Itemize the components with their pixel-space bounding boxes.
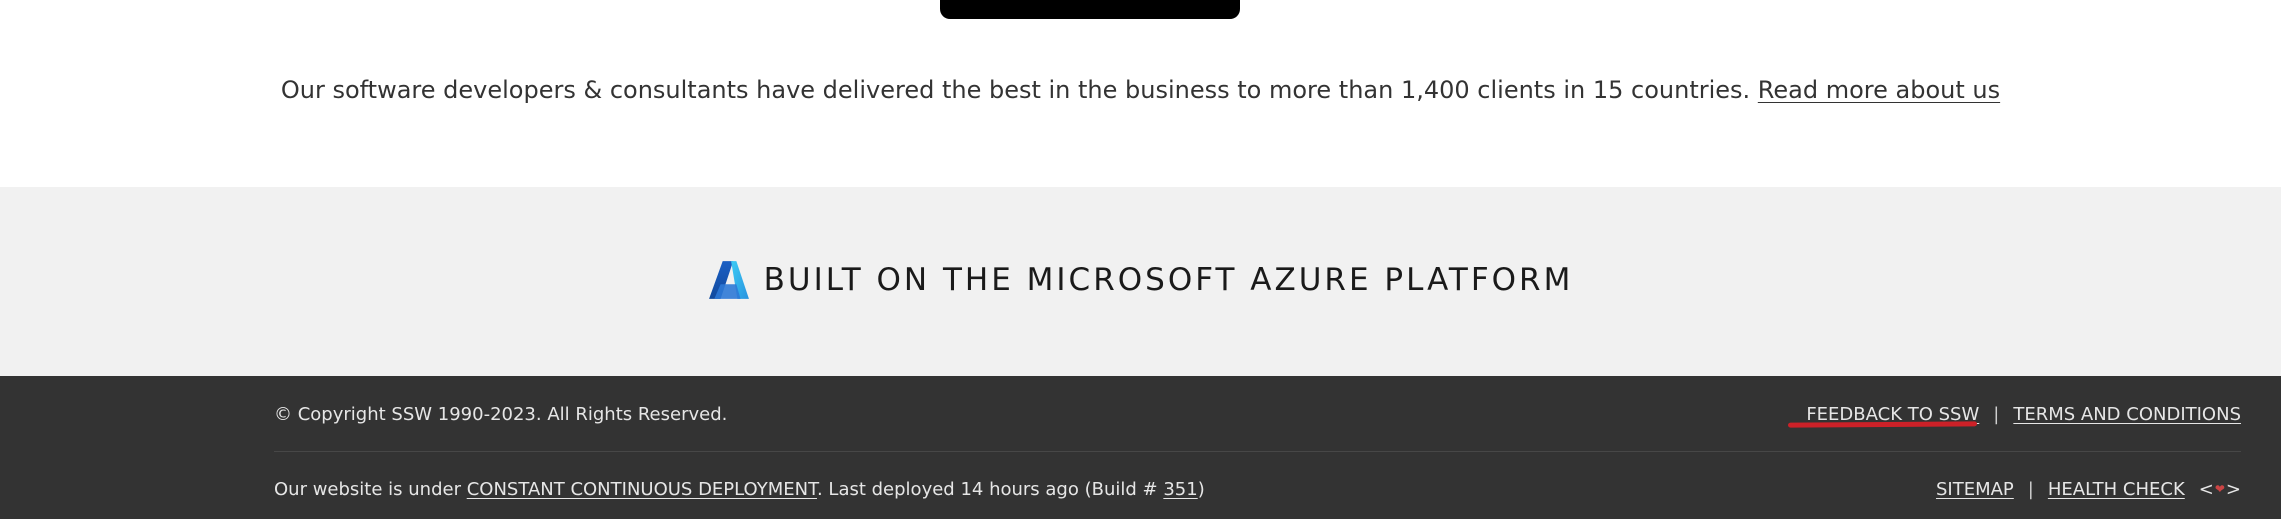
footer-top-row: © Copyright SSW 1990-2023. All Rights Re… xyxy=(274,402,2241,428)
build-number-link[interactable]: 351 xyxy=(1163,479,1197,500)
red-underline-mark xyxy=(1788,420,1978,428)
copyright-text: © Copyright SSW 1990-2023. All Rights Re… xyxy=(274,403,728,425)
footer-links-top: FEEDBACK TO SSW | TERMS AND CONDITIONS xyxy=(1788,403,2241,428)
top-section: Our software developers & consultants ha… xyxy=(0,0,2281,187)
top-cta-button[interactable] xyxy=(940,0,1240,19)
terms-link[interactable]: TERMS AND CONDITIONS xyxy=(2013,404,2241,425)
code-heart-icon[interactable]: < ❤ > xyxy=(2199,479,2241,500)
footer: © Copyright SSW 1990-2023. All Rights Re… xyxy=(0,376,2281,519)
azure-row: BUILT ON THE MICROSOFT AZURE PLATFORM xyxy=(0,259,2281,301)
azure-banner: BUILT ON THE MICROSOFT AZURE PLATFORM xyxy=(0,187,2281,376)
azure-title: BUILT ON THE MICROSOFT AZURE PLATFORM xyxy=(763,262,1574,298)
continuous-deployment-link[interactable]: CONSTANT CONTINUOUS DEPLOYMENT xyxy=(467,479,817,500)
feedback-wrapper: FEEDBACK TO SSW xyxy=(1788,404,1979,428)
code-gt: > xyxy=(2225,478,2241,500)
footer-links-bottom: SITEMAP | HEALTH CHECK < ❤ > xyxy=(1936,479,2241,500)
footer-bottom-row: Our website is under CONSTANT CONTINUOUS… xyxy=(274,477,2241,501)
code-lt: < xyxy=(2198,478,2214,500)
health-check-link[interactable]: HEALTH CHECK xyxy=(2048,479,2185,500)
heart-icon: ❤ xyxy=(2214,482,2225,496)
deployment-info: Our website is under CONSTANT CONTINUOUS… xyxy=(274,479,1205,500)
footer-divider xyxy=(274,451,2241,452)
about-text: Our software developers & consultants ha… xyxy=(280,76,1751,104)
about-statement: Our software developers & consultants ha… xyxy=(0,76,2281,104)
separator: | xyxy=(2027,478,2034,500)
azure-logo-icon xyxy=(708,261,749,299)
read-more-link[interactable]: Read more about us xyxy=(1758,76,2000,104)
deploy-end: ) xyxy=(1197,478,1205,500)
deploy-prefix: Our website is under xyxy=(274,478,461,500)
sitemap-link[interactable]: SITEMAP xyxy=(1936,479,2014,500)
deploy-suffix: . Last deployed 14 hours ago (Build # xyxy=(816,478,1158,500)
separator: | xyxy=(1993,403,2000,425)
